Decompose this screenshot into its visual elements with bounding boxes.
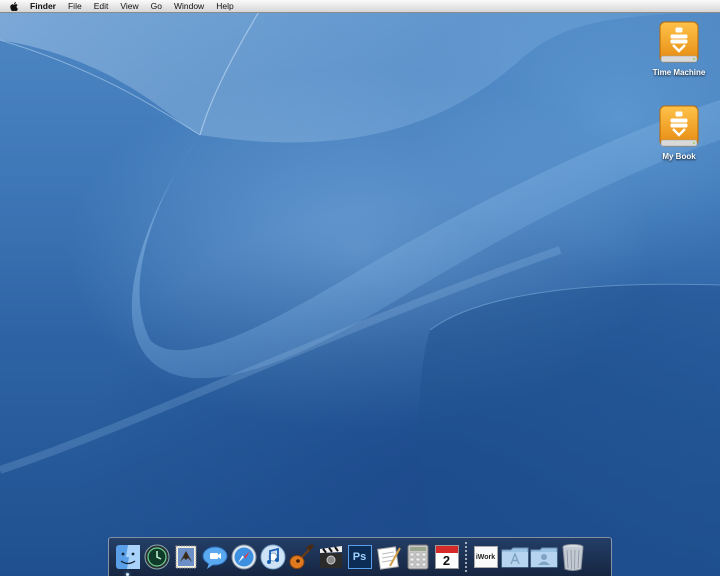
external-firewire-drive-icon	[656, 20, 702, 66]
desktop-icon-my-book[interactable]: My Book	[644, 104, 714, 161]
wallpaper-aurora	[0, 0, 720, 576]
desktop-icon-label: My Book	[662, 152, 696, 161]
time-machine-icon	[144, 544, 169, 570]
photoshop-icon-label: Ps	[352, 551, 367, 563]
dock-item-garageband[interactable]	[288, 542, 316, 572]
dock-item-safari[interactable]	[230, 542, 258, 572]
itunes-icon	[260, 544, 285, 570]
dock-item-finder[interactable]	[114, 542, 142, 576]
calendar-day: 2	[442, 553, 451, 568]
dock-separator	[465, 542, 467, 572]
textedit-icon	[376, 546, 401, 570]
photoshop-icon: Ps	[347, 545, 372, 569]
dock-item-time-machine[interactable]	[143, 542, 171, 572]
menu-window[interactable]: Window	[168, 0, 210, 12]
finder-icon	[115, 545, 140, 569]
ichat-bubble-icon	[202, 546, 227, 569]
external-firewire-drive-icon	[656, 104, 702, 150]
dock-item-applications[interactable]	[501, 542, 529, 572]
dock-item-textedit[interactable]	[375, 542, 403, 572]
calculator-icon	[407, 544, 428, 570]
menu-edit[interactable]: Edit	[88, 0, 115, 12]
iwork-label: iWork	[475, 553, 496, 561]
menu-go[interactable]: Go	[145, 0, 168, 12]
dock-item-ical[interactable]: 2	[433, 542, 461, 572]
apple-menu[interactable]	[0, 0, 24, 12]
desktop-background[interactable]: Finder File Edit View Go Window Help Tim…	[0, 0, 720, 576]
dock-item-calculator[interactable]	[404, 542, 432, 572]
dock-item-mail[interactable]	[172, 542, 200, 572]
menu-view[interactable]: View	[114, 0, 144, 12]
dock-item-user-folder[interactable]	[530, 542, 558, 572]
dock-item-trash[interactable]	[559, 542, 587, 572]
menu-file[interactable]: File	[62, 0, 88, 12]
dock-item-ichat[interactable]	[201, 542, 229, 572]
dock-item-itunes[interactable]	[259, 542, 287, 572]
desktop-icon-label: Time Machine	[652, 68, 706, 77]
menu-app-finder[interactable]: Finder	[24, 0, 62, 12]
desktop-icon-time-machine[interactable]: Time Machine	[644, 20, 714, 77]
trash-icon	[562, 543, 583, 571]
applications-folder-icon	[501, 547, 528, 568]
menu-help[interactable]: Help	[210, 0, 239, 12]
clapperboard-icon	[319, 546, 342, 568]
dock-item-photoshop[interactable]: Ps	[346, 542, 374, 572]
iwork-folder-icon: iWork	[473, 546, 498, 568]
menu-bar: Finder File Edit View Go Window Help	[0, 0, 720, 13]
user-folder-icon	[530, 547, 557, 568]
dock-item-iwork[interactable]: iWork	[472, 542, 500, 572]
calendar-icon: 2	[434, 545, 459, 569]
garageband-guitar-icon	[289, 544, 314, 569]
safari-compass-icon	[231, 544, 256, 570]
apple-logo-icon	[10, 1, 18, 11]
dock: Ps 2 iWork	[108, 537, 612, 576]
dock-item-final-cut[interactable]	[317, 542, 345, 572]
mail-stamp-icon	[175, 545, 196, 569]
